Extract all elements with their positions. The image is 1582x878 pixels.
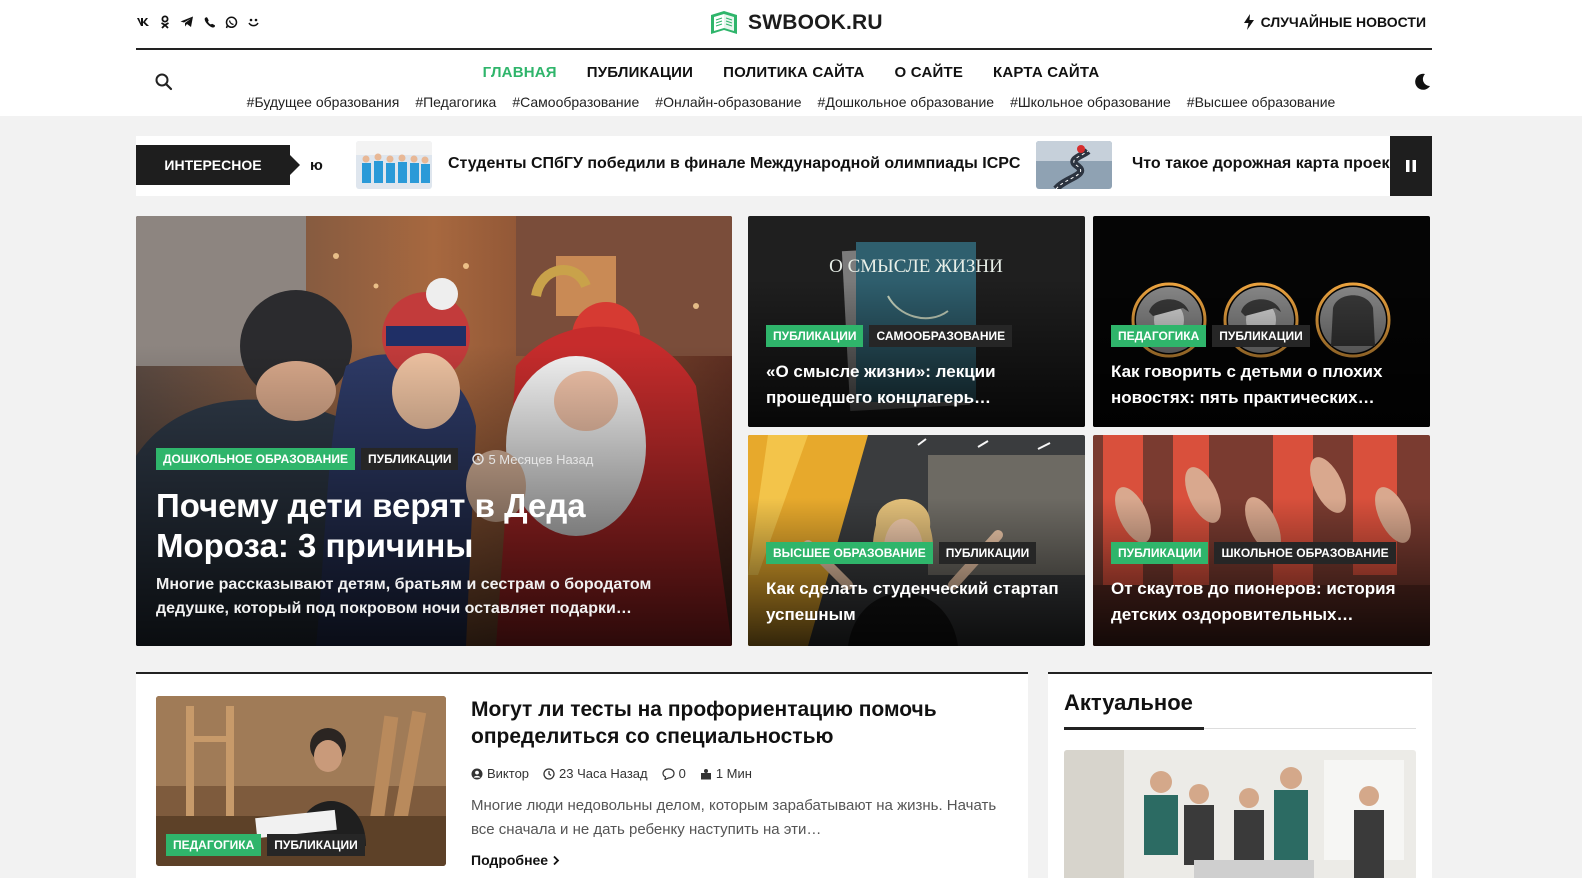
time-text: 23 Часа Назад [559,766,648,781]
site-logo[interactable]: SWBOOK.RU [708,8,883,38]
pause-icon [1406,160,1416,172]
article-thumbnail[interactable]: ПЕДАГОГИКА ПУБЛИКАЦИИ [156,696,446,866]
ticker-label: ИНТЕРЕСНОЕ [136,145,300,185]
viber-icon[interactable] [202,14,216,30]
clock-icon [543,767,555,780]
tag-link[interactable]: #Самообразование [512,94,639,110]
nav-item-about[interactable]: О САЙТЕ [895,64,963,81]
widget-title-underline [1064,727,1416,730]
tag-link[interactable]: #Высшее образование [1187,94,1336,110]
featured-card[interactable]: ПУБЛИКАЦИИ ШКОЛЬНОЕ ОБРАЗОВАНИЕ От скаут… [1093,435,1430,646]
random-news-link[interactable]: СЛУЧАЙНЫЕ НОВОСТИ [1243,14,1426,30]
category-badge[interactable]: ПУБЛИКАЦИИ [1111,542,1209,564]
featured-card[interactable]: О СМЫСЛЕ ЖИЗНИ ПУБЛИКАЦИИ САМООБРАЗОВАНИ… [748,216,1085,427]
read-time-icon [700,768,711,779]
ticker-text-fragment: ю [310,157,323,174]
category-badge[interactable]: ПУБЛИКАЦИИ [938,542,1037,564]
top-bar: SWBOOK.RU СЛУЧАЙНЫЕ НОВОСТИ [136,0,1432,50]
lightning-icon [1243,14,1254,30]
post-badges: ПЕДАГОГИКА ПУБЛИКАЦИИ [166,834,365,856]
nav-item-policy[interactable]: ПОЛИТИКА САЙТА [723,64,864,81]
tag-link[interactable]: #Дошкольное образование [818,94,995,110]
article-list-item: ПЕДАГОГИКА ПУБЛИКАЦИИ Могут ли тесты на … [136,672,1028,878]
article-author[interactable]: Виктор [471,766,529,781]
comments-count: 0 [678,766,686,781]
category-badge[interactable]: ПЕДАГОГИКА [166,834,262,856]
post-badges: ДОШКОЛЬНОЕ ОБРАЗОВАНИЕ ПУБЛИКАЦИИ 5 Меся… [156,448,593,470]
ticker-thumbnail[interactable] [356,141,432,189]
read-more-label: Подробнее [471,852,549,868]
ticker-thumbnail[interactable] [1036,141,1112,189]
post-badges: ПУБЛИКАЦИИ САМООБРАЗОВАНИЕ [766,325,1013,347]
nav-item-home[interactable]: ГЛАВНАЯ [483,64,557,81]
post-time-text: 5 Месяцев Назад [488,451,594,467]
tag-list: #Будущее образования #Педагогика #Самооб… [0,94,1582,110]
article-title[interactable]: Могут ли тесты на профориентацию помочь … [471,696,991,750]
pause-button[interactable] [1390,136,1432,196]
featured-card[interactable]: ПЕДАГОГИКА ПУБЛИКАЦИИ Как говорить с дет… [1093,216,1430,427]
featured-card-title[interactable]: Как говорить с детьми о плохих новостях:… [1111,359,1416,411]
sidebar-post-thumbnail[interactable] [1064,750,1416,878]
category-badge[interactable]: ПУБЛИКАЦИИ [766,325,864,347]
vk-icon[interactable] [136,14,150,30]
site-header: SWBOOK.RU СЛУЧАЙНЫЕ НОВОСТИ ГЛАВНАЯ ПУБЛ… [0,0,1582,116]
sidebar-widget: Актуальное [1048,672,1432,878]
category-badge[interactable]: ДОШКОЛЬНОЕ ОБРАЗОВАНИЕ [156,448,355,470]
sidebar-post-image [1064,750,1416,878]
category-badge[interactable]: ВЫСШЕЕ ОБРАЗОВАНИЕ [766,542,933,564]
social-links [136,14,260,30]
article-excerpt: Многие люди недовольны делом, которым за… [471,797,997,838]
tag-link[interactable]: #Педагогика [415,94,496,110]
ticker-item-link[interactable]: Что такое дорожная карта проекта [1132,155,1406,173]
ok-icon[interactable] [158,14,172,30]
nav-item-sitemap[interactable]: КАРТА САЙТА [993,64,1099,81]
book-cover-text: О СМЫСЛЕ ЖИЗНИ [829,256,1003,277]
tag-link[interactable]: #Школьное образование [1010,94,1171,110]
comment-icon [662,767,675,780]
read-time-text: 1 Мин [715,766,752,781]
clock-icon [472,453,485,465]
article-time: 23 Часа Назад [543,766,648,781]
category-badge[interactable]: ШКОЛЬНОЕ ОБРАЗОВАНИЕ [1214,542,1396,564]
featured-main-excerpt: Многие рассказывают детям, братьям и сес… [156,576,652,617]
featured-main-title[interactable]: Почему дети верят в Деда Мороза: 3 причи… [156,486,696,566]
read-more-link[interactable]: Подробнее [471,852,560,868]
category-badge[interactable]: ПУБЛИКАЦИИ [1212,325,1310,347]
main-navigation: ГЛАВНАЯ ПУБЛИКАЦИИ ПОЛИТИКА САЙТА О САЙТ… [0,64,1582,81]
author-name: Виктор [487,766,530,781]
post-badges: ПУБЛИКАЦИИ ШКОЛЬНОЕ ОБРАЗОВАНИЕ [1111,542,1396,564]
dark-mode-moon-icon[interactable] [1412,72,1432,92]
featured-card-title[interactable]: Как сделать студенческий стартап успешны… [766,576,1071,628]
featured-card-title[interactable]: «О смысле жизни»: лекции прошедшего конц… [766,359,1071,411]
yandex-zen-icon[interactable] [246,14,260,30]
telegram-icon[interactable] [180,14,194,30]
tag-link[interactable]: #Онлайн-образование [655,94,801,110]
featured-main-card[interactable]: ДОШКОЛЬНОЕ ОБРАЗОВАНИЕ ПУБЛИКАЦИИ 5 Меся… [136,216,732,646]
post-badges: ВЫСШЕЕ ОБРАЗОВАНИЕ ПУБЛИКАЦИИ [766,542,1037,564]
widget-title: Актуальное [1064,690,1193,715]
article-comments[interactable]: 0 [662,766,686,781]
featured-card[interactable]: ВЫСШЕЕ ОБРАЗОВАНИЕ ПУБЛИКАЦИИ Как сделат… [748,435,1085,646]
chevron-right-icon [553,855,560,865]
category-badge[interactable]: ПЕДАГОГИКА [1111,325,1207,347]
news-ticker: ю Студенты СПбГУ победили в финале Между… [136,136,1432,196]
nav-item-publications[interactable]: ПУБЛИКАЦИИ [587,64,693,81]
category-badge[interactable]: ПУБЛИКАЦИИ [267,834,365,856]
whatsapp-icon[interactable] [224,14,238,30]
post-time: 5 Месяцев Назад [472,452,593,467]
random-news-label: СЛУЧАЙНЫЕ НОВОСТИ [1260,14,1426,30]
article-meta: Виктор 23 Часа Назад 0 1 Мин [471,766,752,781]
category-badge[interactable]: ПУБЛИКАЦИИ [360,448,459,470]
user-icon [471,768,483,779]
logo-text: SWBOOK.RU [748,11,883,34]
post-badges: ПЕДАГОГИКА ПУБЛИКАЦИИ [1111,325,1310,347]
featured-card-title[interactable]: От скаутов до пионеров: история детских … [1111,576,1416,628]
article-read-time: 1 Мин [700,766,752,781]
ticker-item-link[interactable]: Студенты СПбГУ победили в финале Междуна… [448,155,1020,173]
tag-link[interactable]: #Будущее образования [247,94,400,110]
book-logo-icon [708,9,740,37]
category-badge[interactable]: САМООБРАЗОВАНИЕ [869,325,1013,347]
